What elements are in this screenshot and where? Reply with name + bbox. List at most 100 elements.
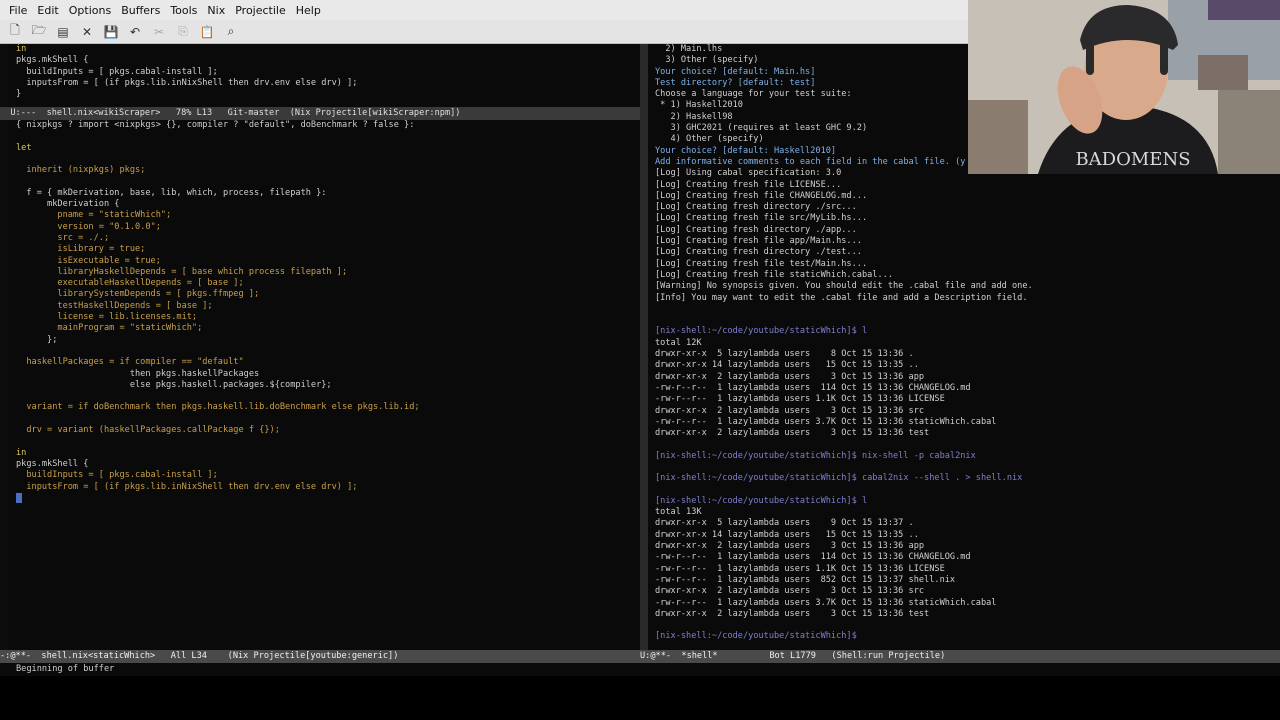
- menu-bar: File Edit Options Buffers Tools Nix Proj…: [0, 0, 968, 20]
- minibuffer[interactable]: Beginning of buffer: [0, 663, 1280, 676]
- code-line: mainProgram = "staticWhich";: [16, 323, 203, 334]
- shell-line: drwxr-xr-x 2 lazylambda users 3 Oct 15 1…: [655, 586, 925, 597]
- code-line: inputsFrom = [ (if pkgs.lib.inNixShell t…: [16, 481, 358, 492]
- modeline-shell-buffer[interactable]: U:@**- *shell* Bot L1779 (Shell:run Proj…: [640, 650, 1280, 663]
- menu-help[interactable]: Help: [291, 4, 326, 17]
- shell-line: [Log] Creating fresh file staticWhich.ca…: [655, 269, 893, 280]
- code-line: buildInputs = [ pkgs.cabal-install ];: [16, 470, 218, 481]
- webcam-image: BADOMENS: [968, 0, 1280, 174]
- shell-prompt-line[interactable]: [nix-shell:~/code/youtube/staticWhich]$: [655, 631, 1280, 642]
- code-line: [16, 492, 640, 504]
- code-line: mkDerivation {: [16, 199, 120, 210]
- menu-buffers[interactable]: Buffers: [116, 4, 165, 17]
- shell-line: [Info] You may want to edit the .cabal f…: [655, 292, 1028, 303]
- new-file-icon[interactable]: 🗋: [4, 22, 26, 42]
- shell-line: total 13K: [655, 507, 702, 518]
- menu-edit[interactable]: Edit: [32, 4, 63, 17]
- code-line: f = { mkDerivation, base, lib, which, pr…: [16, 187, 327, 198]
- undo-icon[interactable]: ↶: [124, 22, 146, 42]
- save-icon[interactable]: 💾: [100, 22, 122, 42]
- code-line: drv = variant (haskellPackages.callPacka…: [16, 425, 280, 436]
- code-line: executableHaskellDepends = [ base ];: [16, 278, 244, 289]
- code-line: variant = if doBenchmark then pkgs.haske…: [16, 402, 420, 413]
- cut-icon[interactable]: ✂: [148, 22, 170, 42]
- code-line: libraryHaskellDepends = [ base which pro…: [16, 266, 348, 277]
- code-line: };: [16, 334, 58, 345]
- code-line: let: [16, 142, 32, 153]
- modeline-main-buffer[interactable]: -:@**- shell.nix<staticWhich> All L34 (N…: [0, 650, 640, 663]
- menu-projectile[interactable]: Projectile: [230, 4, 291, 17]
- code-line: pkgs.mkShell {: [16, 458, 89, 469]
- shell-line: [Log] Creating fresh file LICENSE...: [655, 179, 842, 190]
- paste-icon[interactable]: 📋: [196, 22, 218, 42]
- modeline-top-buffer[interactable]: U:--- shell.nix<wikiScraper> 78% L13 Git…: [0, 107, 640, 120]
- shell-line: drwxr-xr-x 2 lazylambda users 3 Oct 15 1…: [655, 405, 925, 416]
- text-cursor: [16, 492, 22, 503]
- code-line: }: [16, 89, 22, 100]
- left-fringe: [0, 44, 8, 650]
- shell-line: -rw-r--r-- 1 lazylambda users 114 Oct 15…: [655, 552, 971, 563]
- editor-pane-left[interactable]: in pkgs.mkShell { buildInputs = [ pkgs.c…: [0, 44, 640, 650]
- menu-options[interactable]: Options: [64, 4, 116, 17]
- shell-line: -rw-r--r-- 1 lazylambda users 114 Oct 15…: [655, 382, 971, 393]
- window-divider[interactable]: [640, 44, 648, 666]
- shell-line: -rw-r--r-- 1 lazylambda users 3.7K Oct 1…: [655, 416, 997, 427]
- main-buffer[interactable]: { nixpkgs ? import <nixpkgs> {}, compile…: [16, 120, 640, 504]
- code-line: librarySystemDepends = [ pkgs.ffmpeg ];: [16, 289, 260, 300]
- shell-line: -rw-r--r-- 1 lazylambda users 3.7K Oct 1…: [655, 597, 997, 608]
- code-line: version = "0.1.0.0";: [16, 221, 161, 232]
- shell-line: drwxr-xr-x 2 lazylambda users 3 Oct 15 1…: [655, 428, 930, 439]
- shell-prompt-line: [nix-shell:~/code/youtube/staticWhich]$ …: [655, 495, 868, 506]
- shell-line: drwxr-xr-x 2 lazylambda users 3 Oct 15 1…: [655, 371, 925, 382]
- shell-line: [Log] Creating fresh file CHANGELOG.md..…: [655, 190, 868, 201]
- menu-nix[interactable]: Nix: [202, 4, 230, 17]
- top-buffer[interactable]: in pkgs.mkShell { buildInputs = [ pkgs.c…: [16, 44, 640, 100]
- shell-line: drwxr-xr-x 5 lazylambda users 8 Oct 15 1…: [655, 349, 914, 360]
- shirt-text: BADOMENS: [1075, 149, 1190, 170]
- menu-tools[interactable]: Tools: [165, 4, 202, 17]
- shell-line: [Log] Creating fresh directory ./test...: [655, 247, 862, 258]
- shell-line: drwxr-xr-x 14 lazylambda users 15 Oct 15…: [655, 529, 919, 540]
- shell-line: [Log] Creating fresh file test/Main.hs..…: [655, 258, 868, 269]
- code-line: inherit (nixpkgs) pkgs;: [16, 165, 146, 176]
- close-icon[interactable]: ✕: [76, 22, 98, 42]
- shell-line: drwxr-xr-x 2 lazylambda users 3 Oct 15 1…: [655, 608, 930, 619]
- code-line: pkgs.mkShell {: [16, 55, 89, 66]
- copy-icon[interactable]: ⎘: [172, 22, 194, 42]
- code-line: haskellPackages = if compiler == "defaul…: [16, 357, 244, 368]
- code-line: buildInputs = [ pkgs.cabal-install ];: [16, 66, 218, 77]
- shell-prompt-line: [nix-shell:~/code/youtube/staticWhich]$ …: [655, 450, 976, 461]
- shell-line: [Log] Creating fresh file app/Main.hs...: [655, 236, 862, 247]
- code-line: license = lib.licenses.mit;: [16, 312, 198, 323]
- code-line: pname = "staticWhich";: [16, 210, 172, 221]
- search-icon[interactable]: ⌕: [220, 22, 242, 42]
- open-dir-icon[interactable]: ▤: [52, 22, 74, 42]
- shell-line: drwxr-xr-x 2 lazylambda users 3 Oct 15 1…: [655, 541, 925, 552]
- code-line: isLibrary = true;: [16, 244, 146, 255]
- code-line: then pkgs.haskellPackages: [16, 368, 260, 379]
- shell-prompt-line: [nix-shell:~/code/youtube/staticWhich]$ …: [655, 473, 1023, 484]
- menu-file[interactable]: File: [4, 4, 32, 17]
- code-line: inputsFrom = [ (if pkgs.lib.inNixShell t…: [16, 77, 358, 88]
- shell-line: -rw-r--r-- 1 lazylambda users 1.1K Oct 1…: [655, 394, 945, 405]
- open-folder-icon[interactable]: 🗁: [28, 22, 50, 42]
- shell-line: [Log] Creating fresh directory ./src...: [655, 202, 857, 213]
- code-line: in: [16, 447, 27, 458]
- code-line: else pkgs.haskell.packages.${compiler};: [16, 379, 332, 390]
- shell-line: drwxr-xr-x 5 lazylambda users 9 Oct 15 1…: [655, 518, 914, 529]
- shell-line: [Warning] No synopsis given. You should …: [655, 281, 1033, 292]
- shell-line: -rw-r--r-- 1 lazylambda users 852 Oct 15…: [655, 574, 956, 585]
- shell-line: [Log] Creating fresh file src/MyLib.hs..…: [655, 213, 868, 224]
- shell-line: total 12K: [655, 337, 702, 348]
